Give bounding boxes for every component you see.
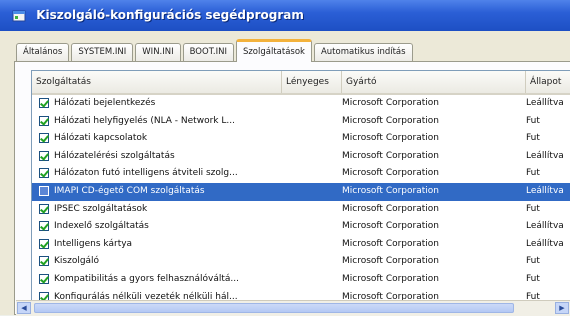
service-vendor: Microsoft Corporation — [342, 273, 439, 284]
service-name: Hálózatelérési szolgáltatás — [54, 150, 175, 161]
service-vendor: Microsoft Corporation — [342, 98, 439, 108]
service-status: Fut — [526, 273, 540, 284]
dialog-body: Általános SYSTEM.INI WIN.INI BOOT.INI Sz… — [0, 31, 570, 316]
tab-startup[interactable]: Automatikus indítás — [313, 43, 413, 61]
service-name: Hálózati kapcsolatok — [54, 133, 148, 144]
table-row[interactable]: Kompatibilitás a gyors felhasználóváltá.… — [32, 271, 570, 289]
tab-general[interactable]: Általános — [16, 43, 70, 61]
table-row[interactable]: Hálózatelérési szolgáltatás Microsoft Cor… — [32, 148, 570, 166]
list-body: Hálózati bejelentkezés Microsoft Corporat… — [32, 95, 570, 306]
service-status: Leállítva — [526, 238, 564, 249]
service-vendor: Microsoft Corporation — [342, 133, 439, 144]
table-row[interactable]: IPSEC szolgáltatások Microsoft Corporatio… — [32, 201, 570, 219]
scroll-thumb[interactable] — [34, 303, 514, 313]
table-row[interactable]: Hálózati bejelentkezés Microsoft Corporat… — [32, 95, 570, 113]
service-status: Leállítva — [526, 221, 564, 232]
service-vendor: Microsoft Corporation — [342, 221, 439, 232]
checkbox-checked-icon[interactable] — [39, 168, 49, 179]
checkbox-checked-icon[interactable] — [39, 133, 49, 144]
window-titlebar[interactable]: Kiszolgáló-konfigurációs segédprogram — [0, 0, 570, 31]
service-name: IMAPI CD-égető COM szolgáltatás — [54, 185, 205, 196]
tab-services[interactable]: Szolgáltatások — [235, 39, 312, 62]
list-header: Szolgáltatás Lényeges Gyártó Állapot — [32, 71, 570, 95]
service-vendor: Microsoft Corporation — [342, 150, 439, 161]
service-vendor: Microsoft Corporation — [342, 238, 439, 249]
service-name: Kiszolgáló — [54, 256, 100, 267]
column-header-status[interactable]: Állapot — [526, 71, 570, 93]
service-status: Fut — [526, 133, 540, 144]
table-row[interactable]: Kiszolgáló Microsoft Corporation Fut — [32, 253, 570, 271]
service-vendor: Microsoft Corporation — [342, 168, 439, 179]
service-name: IPSEC szolgáltatások — [54, 203, 148, 214]
service-name: Hálózati helyfigyelés (NLA - Network L..… — [54, 115, 235, 126]
tab-strip: Általános SYSTEM.INI WIN.INI BOOT.INI Sz… — [16, 39, 415, 62]
service-status: Fut — [526, 203, 540, 214]
service-name: Indexelő szolgáltatás — [54, 221, 149, 232]
service-name: Hálózati bejelentkezés — [54, 98, 156, 108]
checkbox-checked-icon[interactable] — [39, 115, 49, 126]
checkbox-checked-icon[interactable] — [39, 203, 49, 214]
service-status: Fut — [526, 115, 540, 126]
scroll-right-icon[interactable]: ▶ — [555, 302, 569, 314]
app-icon — [12, 10, 26, 21]
services-tab-panel: Szolgáltatás Lényeges Gyártó Állapot Hál… — [14, 61, 570, 316]
service-vendor: Microsoft Corporation — [342, 115, 439, 126]
tab-win-ini[interactable]: WIN.INI — [135, 43, 181, 61]
window-title: Kiszolgáló-konfigurációs segédprogram — [36, 8, 304, 22]
service-vendor: Microsoft Corporation — [342, 203, 439, 214]
horizontal-scrollbar[interactable]: ◀ ▶ — [16, 300, 570, 316]
service-status: Leállítva — [526, 98, 564, 108]
services-list[interactable]: Szolgáltatás Lényeges Gyártó Állapot Hál… — [31, 70, 570, 316]
service-name: Intelligens kártya — [54, 238, 133, 249]
service-status: Fut — [526, 256, 540, 267]
column-header-vendor[interactable]: Gyártó — [342, 71, 526, 93]
table-row[interactable]: Indexelő szolgáltatás Microsoft Corporati… — [32, 218, 570, 236]
table-row[interactable]: Hálózaton futó intelligens átviteli szol… — [32, 165, 570, 183]
tab-boot-ini[interactable]: BOOT.INI — [182, 43, 234, 61]
checkbox-checked-icon[interactable] — [39, 238, 49, 249]
table-row[interactable]: IMAPI CD-égető COM szolgáltatás Microsoft… — [32, 182, 570, 201]
checkbox-checked-icon[interactable] — [39, 273, 49, 284]
service-vendor: Microsoft Corporation — [342, 185, 439, 196]
service-name: Kompatibilitás a gyors felhasználóváltá.… — [54, 273, 239, 284]
service-name: Hálózaton futó intelligens átviteli szol… — [54, 168, 238, 179]
checkbox-checked-icon[interactable] — [39, 98, 49, 108]
checkbox-checked-icon[interactable] — [39, 256, 49, 267]
table-row[interactable]: Hálózati kapcsolatok Microsoft Corporatio… — [32, 130, 570, 148]
checkbox-checked-icon[interactable] — [39, 221, 49, 232]
table-row[interactable]: Hálózati helyfigyelés (NLA - Network L..… — [32, 113, 570, 131]
checkbox-checked-icon[interactable] — [39, 185, 49, 196]
service-status: Leállítva — [526, 150, 564, 161]
checkbox-checked-icon[interactable] — [39, 150, 49, 161]
table-row[interactable]: Intelligens kártya Microsoft Corporation L… — [32, 236, 570, 254]
service-status: Leállítva — [526, 185, 564, 196]
service-vendor: Microsoft Corporation — [342, 256, 439, 267]
service-status: Fut — [526, 168, 540, 179]
column-header-service[interactable]: Szolgáltatás — [32, 71, 282, 93]
column-header-essential[interactable]: Lényeges — [282, 71, 342, 93]
scroll-left-icon[interactable]: ◀ — [17, 302, 31, 314]
tab-system-ini[interactable]: SYSTEM.INI — [71, 43, 134, 61]
